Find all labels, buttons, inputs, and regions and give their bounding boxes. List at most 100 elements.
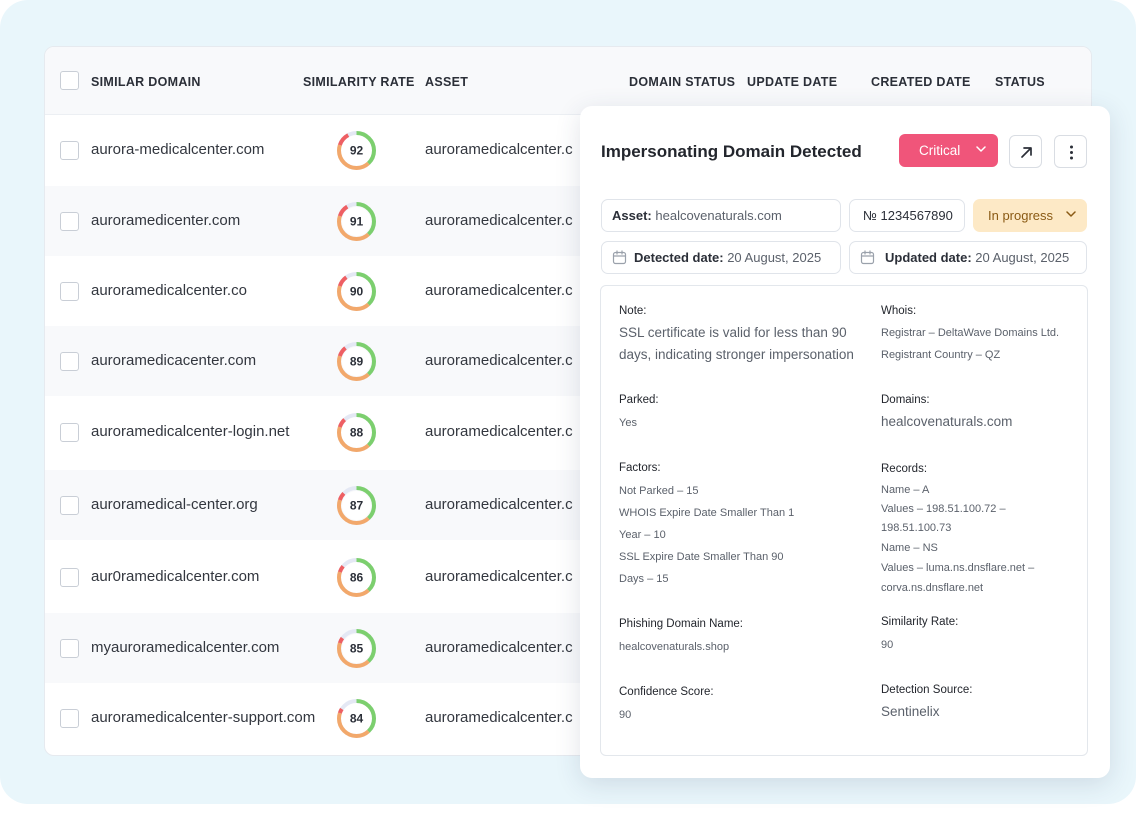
note-line: SSL certificate is valid for less than 9… (619, 325, 847, 340)
similar-domain-cell: aur0ramedicalcenter.com (91, 568, 260, 585)
status-dropdown[interactable]: In progress (973, 199, 1087, 232)
detail-info-box: Note: SSL certificate is valid for less … (600, 285, 1088, 756)
similarity-rate-value: 88 (350, 426, 364, 440)
factors-label: Factors: (619, 462, 661, 474)
updated-label: Updated date: (885, 250, 972, 265)
row-checkbox[interactable] (60, 423, 79, 442)
more-vertical-icon (1070, 145, 1073, 160)
more-options-button[interactable] (1054, 135, 1087, 168)
detail-title: Impersonating Domain Detected (601, 142, 862, 161)
similarity-gauge: 86 (337, 558, 376, 597)
status-label: In progress (988, 208, 1054, 223)
asset-cell: auroramedicalcenter.c (425, 709, 573, 726)
note-label: Note: (619, 305, 647, 317)
row-checkbox[interactable] (60, 282, 79, 301)
header-created-date[interactable]: CREATED DATE (871, 75, 971, 89)
similarity-rate-value: 87 (350, 499, 364, 513)
arrow-up-right-icon (1021, 147, 1032, 158)
whois-line: Registrar – DeltaWave Domains Ltd. (881, 327, 1060, 339)
similarity-gauge: 85 (337, 629, 376, 668)
similarity-value: 90 (881, 639, 894, 651)
source-label: Detection Source: (881, 684, 973, 696)
detected-value: 20 August, 2025 (727, 250, 822, 265)
similarity-rate-value: 84 (350, 712, 364, 726)
row-checkbox[interactable] (60, 141, 79, 160)
similarity-gauge: 88 (337, 413, 376, 452)
detected-label: Detected date: (634, 250, 724, 265)
chevron-down-icon (1066, 211, 1076, 217)
similar-domain-cell: auroramedicenter.com (91, 212, 241, 229)
header-similar-domain[interactable]: SIMILAR DOMAIN (91, 75, 201, 89)
asset-cell: auroramedicalcenter.c (425, 352, 573, 369)
parked-value: Yes (619, 417, 637, 429)
similarity-rate-value: 91 (350, 215, 364, 229)
header-similarity-rate[interactable]: SIMILARITY RATE (303, 75, 415, 89)
asset-cell: auroramedicalcenter.c (425, 212, 573, 229)
row-checkbox[interactable] (60, 352, 79, 371)
chevron-down-icon (976, 146, 986, 152)
similar-domain-cell: auroramedicacenter.com (91, 352, 257, 369)
asset-cell: auroramedicalcenter.c (425, 423, 573, 440)
similarity-rate-value: 92 (350, 144, 364, 158)
records-line: Values – luma.ns.dnsflare.net – (881, 562, 1035, 574)
asset-cell: auroramedicalcenter.c (425, 568, 573, 585)
severity-label: Critical (919, 143, 961, 158)
similarity-gauge: 91 (337, 202, 376, 241)
confidence-value: 90 (619, 709, 632, 721)
row-checkbox[interactable] (60, 496, 79, 515)
domains-value: healcovenaturals.com (881, 414, 1013, 429)
asset-cell: auroramedicalcenter.c (425, 141, 573, 158)
row-checkbox[interactable] (60, 568, 79, 587)
similarity-rate-value: 90 (350, 285, 364, 299)
calendar-icon (612, 250, 627, 265)
similar-domain-cell: auroramedicalcenter-login.net (91, 423, 290, 440)
similarity-gauge: 90 (337, 272, 376, 311)
case-number: № 1234567890 (849, 199, 965, 232)
header-asset[interactable]: ASSET (425, 75, 468, 89)
detected-date-field: Detected date: 20 August, 2025 (601, 241, 841, 274)
factors-line: WHOIS Expire Date Smaller Than 1 (619, 507, 795, 519)
similarity-rate-value: 86 (350, 571, 364, 585)
factors-line: SSL Expire Date Smaller Than 90 (619, 551, 784, 563)
header-update-date[interactable]: UPDATE DATE (747, 75, 837, 89)
whois-line: Registrant Country – QZ (881, 349, 1001, 361)
row-checkbox[interactable] (60, 709, 79, 728)
records-line: Values – 198.51.100.72 – (881, 503, 1006, 515)
asset-cell: auroramedicalcenter.c (425, 639, 573, 656)
header-domain-status[interactable]: DOMAIN STATUS (629, 75, 735, 89)
row-checkbox[interactable] (60, 639, 79, 658)
parked-label: Parked: (619, 394, 659, 406)
similar-domain-cell: auroramedical-center.org (91, 496, 258, 513)
records-line: 198.51.100.73 (881, 522, 952, 534)
confidence-label: Confidence Score: (619, 686, 714, 698)
similarity-label: Similarity Rate: (881, 616, 959, 628)
asset-label: Asset: (612, 208, 652, 223)
calendar-icon (860, 250, 875, 265)
asset-value: healcovenaturals.com (655, 208, 782, 223)
asset-field: Asset: healcovenaturals.com (601, 199, 841, 232)
updated-date-field: Updated date: 20 August, 2025 (849, 241, 1087, 274)
header-status[interactable]: STATUS (995, 75, 1045, 89)
records-line: Name – A (881, 484, 930, 496)
phishing-value: healcovenaturals.shop (619, 641, 730, 653)
open-external-button[interactable] (1009, 135, 1042, 168)
select-all-checkbox[interactable] (60, 71, 79, 90)
domain-detail-panel: Impersonating Domain Detected Critical A… (580, 106, 1110, 778)
factors-line: Year – 10 (619, 529, 666, 541)
factors-line: Not Parked – 15 (619, 485, 699, 497)
whois-label: Whois: (881, 305, 917, 317)
similar-domain-cell: auroramedicalcenter.co (91, 282, 247, 299)
records-line: corva.ns.dnsflare.net (881, 582, 984, 594)
similar-domain-cell: aurora-medicalcenter.com (91, 141, 265, 158)
asset-cell: auroramedicalcenter.c (425, 282, 573, 299)
updated-value: 20 August, 2025 (975, 250, 1070, 265)
records-label: Records: (881, 463, 928, 475)
row-checkbox[interactable] (60, 212, 79, 231)
similar-domain-cell: myauroramedicalcenter.com (91, 639, 280, 656)
similarity-rate-value: 89 (350, 355, 364, 369)
similarity-gauge: 87 (337, 486, 376, 525)
similarity-gauge: 89 (337, 342, 376, 381)
table-header: SIMILAR DOMAIN SIMILARITY RATE ASSET DOM… (45, 47, 1091, 115)
phishing-label: Phishing Domain Name: (619, 618, 744, 630)
severity-dropdown[interactable]: Critical (899, 134, 998, 167)
